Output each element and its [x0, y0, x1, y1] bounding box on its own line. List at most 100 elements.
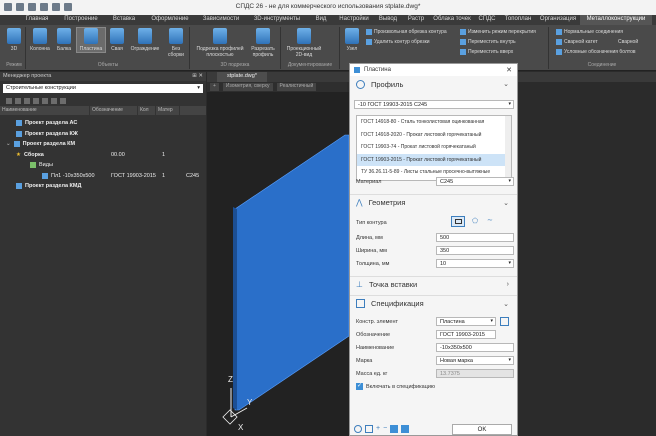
tab-file[interactable]: [0, 15, 16, 25]
material-select[interactable]: С245 ▾: [436, 177, 514, 186]
tree-item-project-km[interactable]: ⌄ Проект раздела КМ: [0, 139, 206, 150]
weld-button[interactable]: Сварной: [618, 39, 638, 45]
settings-icon[interactable]: [500, 317, 509, 326]
close-icon[interactable]: ✕: [506, 66, 512, 74]
contour-arc-icon[interactable]: ∼: [487, 216, 493, 224]
plate-3d-model[interactable]: [234, 134, 350, 411]
filter-icon[interactable]: [51, 98, 57, 104]
tab-point-clouds[interactable]: Облака точек: [430, 15, 474, 25]
contour-rectangle-button[interactable]: [451, 216, 465, 227]
tree-item-project-as[interactable]: Проект раздела АС: [0, 118, 206, 129]
delete-cut-button[interactable]: Удалить контур обрезки: [366, 39, 430, 45]
view-plus-icon[interactable]: +: [210, 83, 219, 91]
move-inside-button[interactable]: Переместить внутрь: [460, 39, 516, 45]
section-spec-header[interactable]: Спецификация ⌄: [350, 295, 517, 311]
tab-metal-structures[interactable]: Металлоконструкции: [580, 15, 652, 25]
contour-polyline-icon[interactable]: ⬠: [472, 217, 478, 225]
tab-3d-tools[interactable]: 3D-инструменты: [246, 15, 308, 25]
minus-icon[interactable]: −: [383, 425, 387, 433]
panel-pin-close-icon[interactable]: ⊞ ✕: [192, 73, 203, 80]
profile-underlay-button[interactable]: Подрезка профилей плоскостью: [192, 28, 248, 58]
tree-item-project-kmd[interactable]: Проект раздела КМД: [0, 181, 206, 192]
width-field[interactable]: 350: [436, 246, 514, 255]
node-button[interactable]: Узел: [343, 28, 361, 52]
chevron-down-icon[interactable]: ⌄: [6, 141, 11, 147]
list-item-selected[interactable]: ГОСТ 19903-2015 - Прокат листовой горяче…: [357, 153, 511, 166]
conditional-bolts-button[interactable]: Условные обозначения болтов: [556, 49, 636, 55]
grid-icon[interactable]: [390, 425, 399, 433]
settings-icon[interactable]: [60, 98, 66, 104]
col-material[interactable]: Матер: [156, 106, 180, 115]
list-item[interactable]: ГОСТ 14918-80 - Сталь тонколистовая оцин…: [357, 116, 511, 129]
projection-2d-button[interactable]: Проекционный 2D-вид: [283, 28, 325, 58]
col-qty[interactable]: Кол: [138, 106, 156, 115]
without-assembly-button[interactable]: Без сборки: [166, 28, 186, 58]
tab-topoplan[interactable]: Топоплан: [500, 15, 536, 25]
designation-field[interactable]: ГОСТ 19903-2015: [436, 330, 496, 339]
move-icon[interactable]: [33, 98, 39, 104]
drawing-viewport[interactable]: Z Y X: [207, 92, 350, 436]
tree-item-assembly[interactable]: ★ Сборка 00.00 1: [0, 150, 206, 161]
tab-format[interactable]: Оформление: [144, 15, 196, 25]
sort-icon[interactable]: [42, 98, 48, 104]
tab-build[interactable]: Построение: [58, 15, 104, 25]
copy-icon[interactable]: [15, 98, 21, 104]
structure-filter-select[interactable]: Строительные конструкции ▾: [3, 84, 203, 93]
ok-button[interactable]: OK: [452, 424, 512, 435]
col-name[interactable]: Наименование: [0, 106, 90, 115]
beam-button[interactable]: Балка: [54, 28, 74, 52]
mode-3d-button[interactable]: 3D: [6, 28, 22, 52]
list-item[interactable]: ГОСТ 14918-2020 - Прокат листовой горяче…: [357, 129, 511, 142]
list-scrollbar[interactable]: [505, 116, 511, 180]
pile-button[interactable]: Свая: [108, 28, 126, 52]
delete-icon[interactable]: [24, 98, 30, 104]
tab-constraints[interactable]: Зависимости: [196, 15, 246, 25]
constr-element-select[interactable]: Пластина ▾: [436, 317, 496, 326]
tab-stplate[interactable]: stplate.dwg*: [217, 72, 267, 82]
tree-item-views[interactable]: Виды: [0, 160, 206, 171]
tab-settings[interactable]: Настройки: [334, 15, 374, 25]
fence-button[interactable]: Ограждение: [128, 28, 162, 52]
change-overlap-button[interactable]: Изменить режим перекрытия: [460, 29, 536, 35]
specification-icon: [356, 299, 365, 308]
constr-element-label: Констр. элемент: [356, 319, 399, 325]
add-icon[interactable]: +: [376, 425, 380, 433]
window-title: СПДС 26 - не для коммерческого использов…: [235, 3, 421, 10]
view-orientation-select[interactable]: Изометрия, сверху: [222, 83, 273, 91]
include-in-spec-checkbox[interactable]: ✓ Включать в спецификацию: [356, 383, 435, 390]
mark-select[interactable]: Новая марка ▾: [436, 356, 514, 365]
tab-spds[interactable]: СПДС: [474, 15, 500, 25]
tab-output[interactable]: Вывод: [374, 15, 402, 25]
list-item[interactable]: ГОСТ 19903-74 - Прокат листовой горячека…: [357, 141, 511, 154]
tab-home[interactable]: Главная: [16, 15, 58, 25]
column-button[interactable]: Колонна: [29, 28, 51, 52]
plate-button[interactable]: Пластина: [76, 27, 106, 53]
tree-item-project-kzh[interactable]: Проект раздела КЖ: [0, 129, 206, 140]
name-field[interactable]: -10x350x500: [436, 343, 514, 352]
cut-profile-button[interactable]: Разрезать профиль: [248, 28, 278, 58]
tab-insert[interactable]: Вставка: [104, 15, 144, 25]
beam-icon: [57, 28, 71, 44]
copy-icon[interactable]: [365, 425, 373, 433]
section-profile-header[interactable]: Профиль ⌄: [350, 76, 517, 92]
tab-raster[interactable]: Растр: [402, 15, 430, 25]
col-designation[interactable]: Обозначение: [90, 106, 138, 115]
thickness-select[interactable]: 10 ▾: [436, 259, 514, 268]
add-icon[interactable]: [6, 98, 12, 104]
dialog-footer-tools: + −: [354, 425, 410, 433]
normal-connections-button[interactable]: Нормальные соединения: [556, 29, 623, 35]
help-icon[interactable]: [354, 425, 362, 433]
weld-joint-button[interactable]: Сварной катет: [556, 39, 598, 45]
arbitrary-cut-button[interactable]: Произвольная обрезка контура: [366, 29, 447, 35]
layers-icon[interactable]: [401, 425, 410, 433]
tree-item-plate-pl1[interactable]: Пл1 -10x350x500 ГОСТ 19903-2015 1 С245: [0, 171, 206, 182]
tab-organization[interactable]: Организация: [536, 15, 580, 25]
length-field[interactable]: 500: [436, 233, 514, 242]
profile-select[interactable]: -10 ГОСТ 19903-2015 С245 ▾: [354, 100, 514, 109]
section-insert-point-header[interactable]: ⊥ Точка вставки ›: [350, 276, 517, 292]
dialog-title-bar[interactable]: Пластина ✕: [350, 64, 517, 76]
visual-style-select[interactable]: Реалистичный: [276, 83, 317, 91]
section-geometry-header[interactable]: ⋀ Геометрия ⌄: [350, 194, 517, 210]
tab-view[interactable]: Вид: [308, 15, 334, 25]
move-up-button[interactable]: Переместить вверх: [460, 49, 513, 55]
